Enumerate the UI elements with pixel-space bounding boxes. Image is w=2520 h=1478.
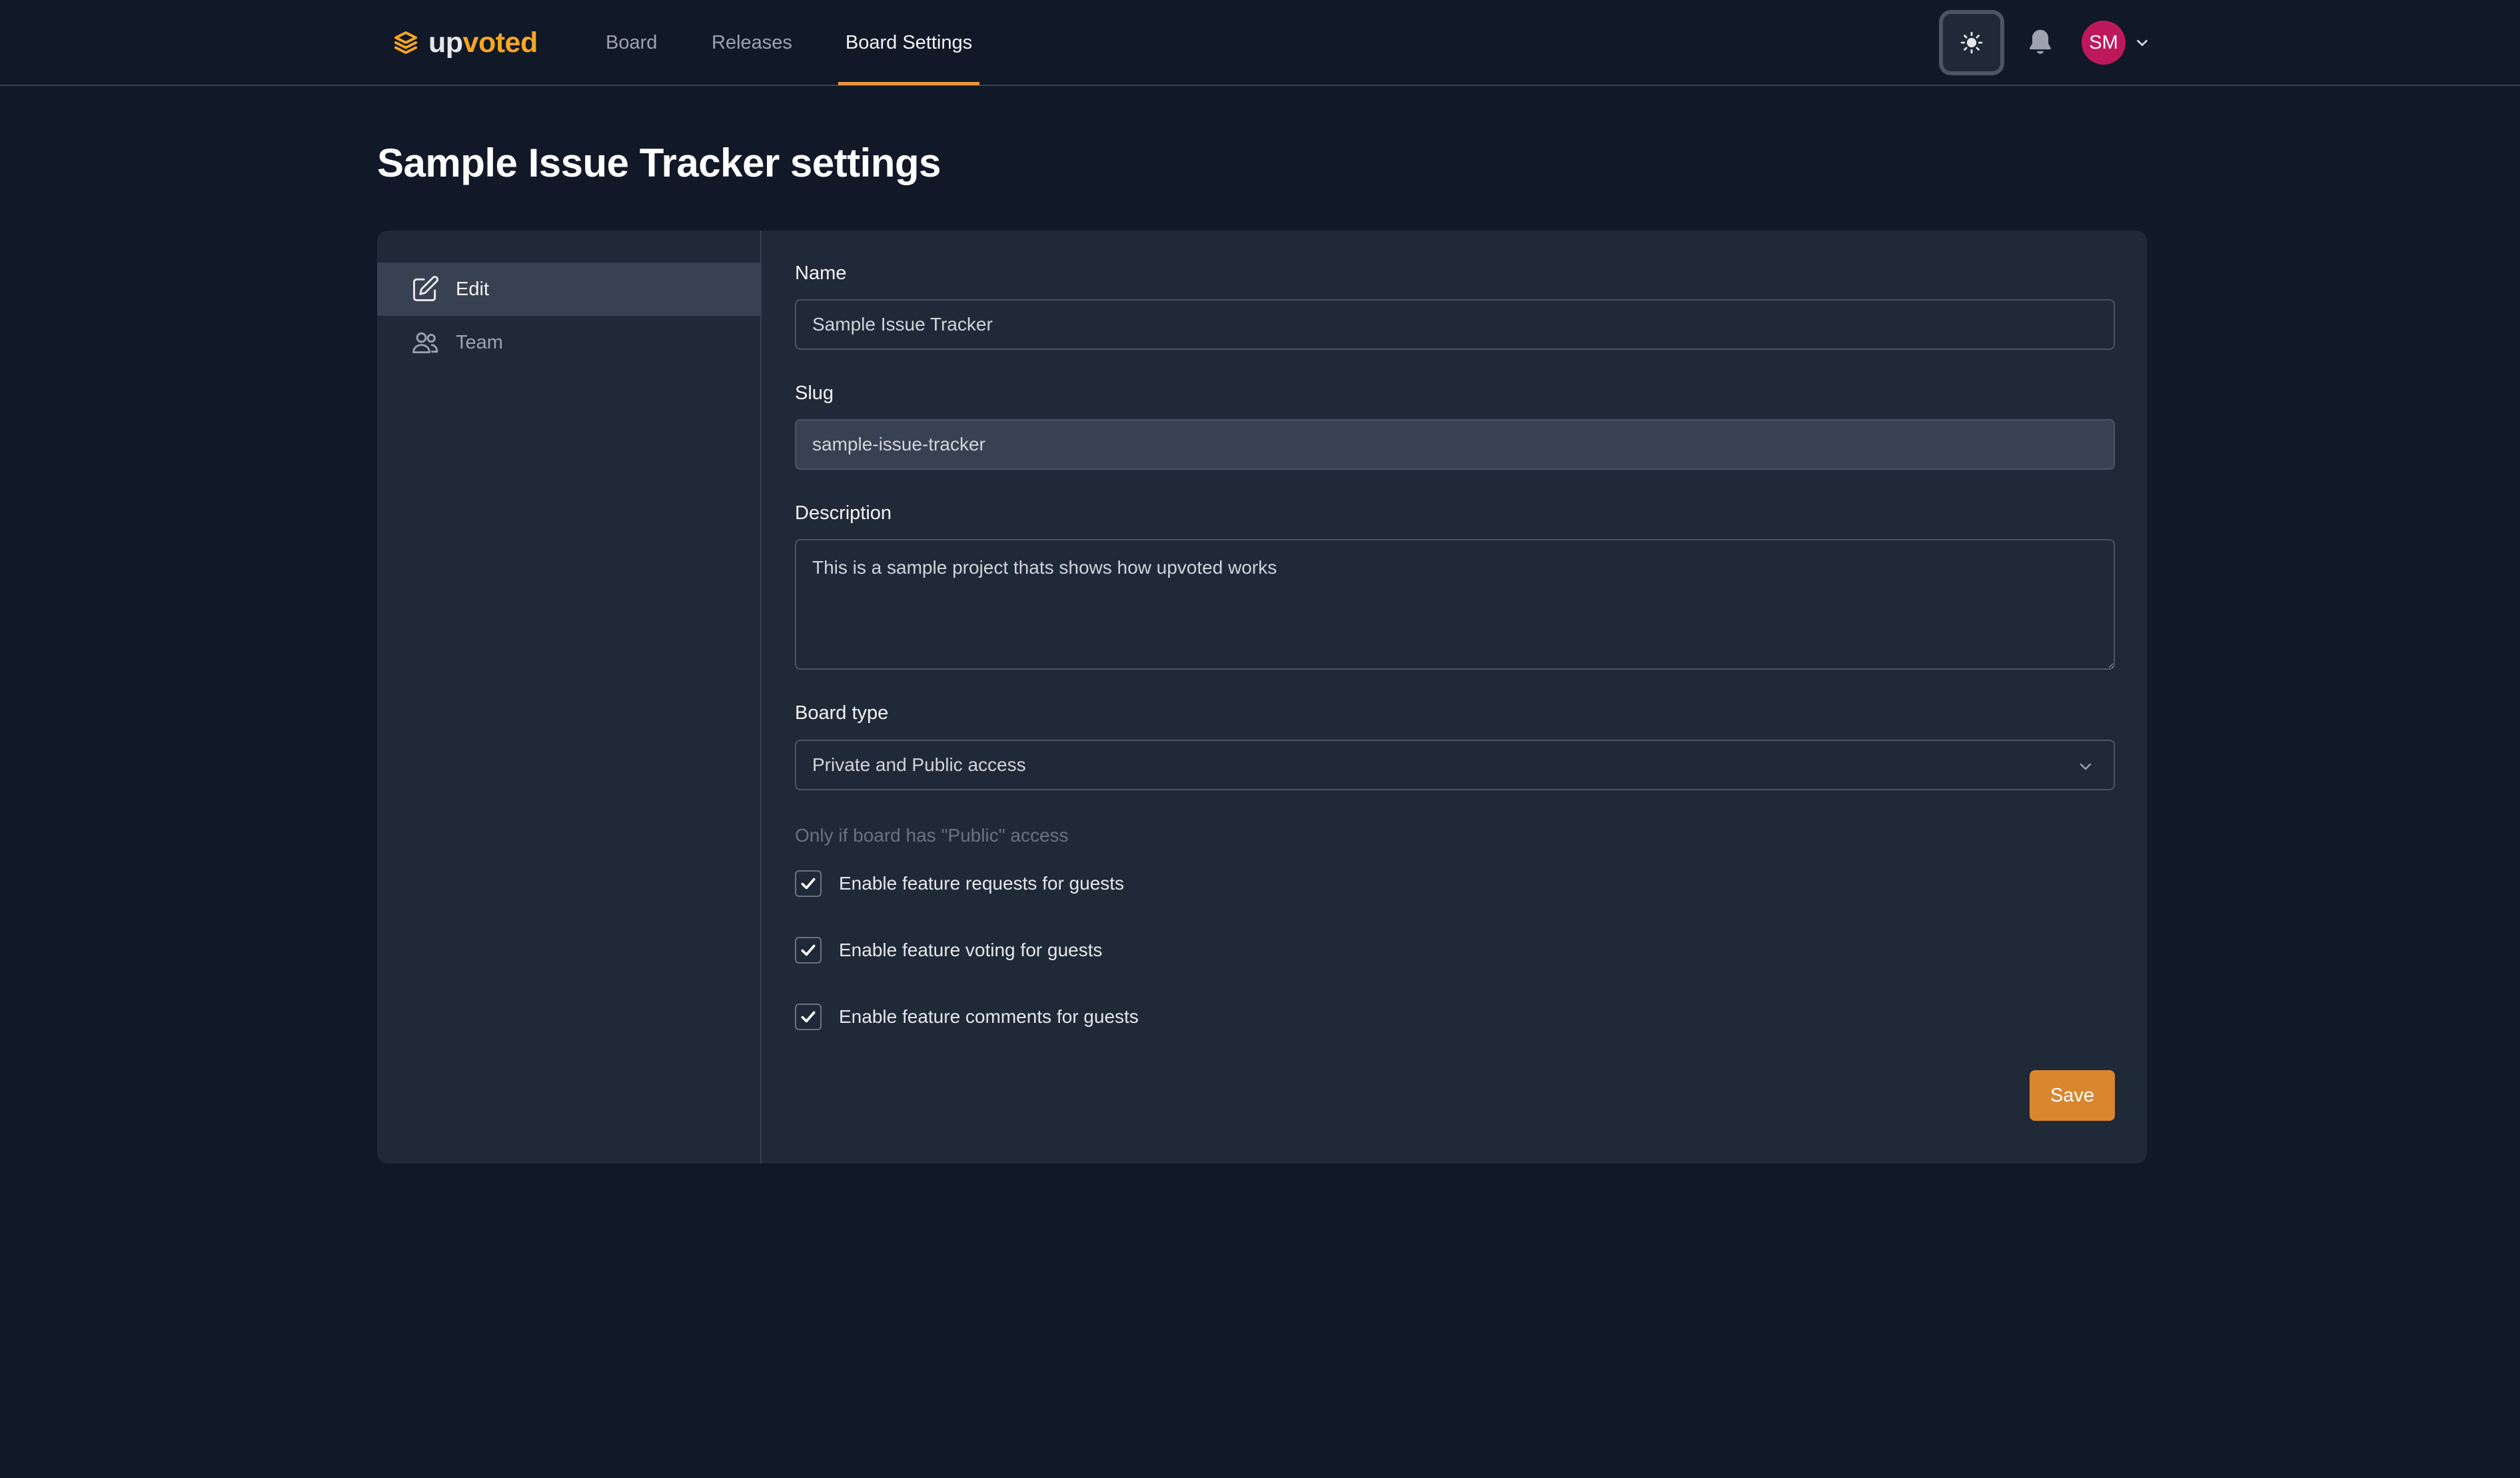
stack-icon (394, 31, 417, 54)
check-icon (801, 1011, 816, 1023)
nav-releases[interactable]: Releases (712, 0, 792, 86)
check-icon (801, 878, 816, 890)
pencil-square-icon (413, 276, 438, 301)
name-label: Name (795, 263, 847, 284)
settings-card: Edit Team Name Slug Description This is … (377, 231, 2147, 1163)
avatar[interactable]: SM (2082, 21, 2126, 65)
feature-voting-checkbox[interactable] (795, 937, 822, 964)
logo[interactable]: upvoted (392, 24, 538, 61)
option-label: Enable feature comments for guests (839, 1006, 1139, 1027)
option-feature-comments[interactable]: Enable feature comments for guests (795, 1004, 1139, 1030)
user-menu[interactable]: SM (2082, 21, 2150, 65)
sun-icon (1960, 31, 1983, 54)
chevron-down-icon (2137, 39, 2148, 47)
nav-board[interactable]: Board (606, 0, 657, 86)
logo-text: upvoted (428, 27, 538, 59)
users-icon (412, 332, 438, 354)
sidebar-item-label: Edit (456, 278, 489, 300)
sidebar-item-label: Team (456, 331, 503, 353)
page-title: Sample Issue Tracker settings (377, 141, 941, 185)
description-textarea[interactable]: This is a sample project thats shows how… (795, 539, 2115, 670)
settings-sidebar: Edit Team (377, 231, 762, 1163)
logo-text-up: up (428, 26, 463, 59)
feature-requests-checkbox[interactable] (795, 870, 822, 897)
option-feature-voting[interactable]: Enable feature voting for guests (795, 937, 1102, 964)
theme-toggle-button[interactable] (1939, 10, 2004, 75)
slug-input[interactable] (795, 419, 2115, 470)
name-input[interactable] (795, 299, 2115, 350)
board-type-select[interactable]: Private and Public access (795, 740, 2115, 790)
public-access-hint: Only if board has "Public" access (795, 825, 1069, 846)
nav-board-settings[interactable]: Board Settings (838, 0, 979, 85)
option-label: Enable feature requests for guests (839, 873, 1125, 894)
option-label: Enable feature voting for guests (839, 940, 1103, 960)
check-icon (801, 944, 816, 956)
option-feature-requests[interactable]: Enable feature requests for guests (795, 870, 1124, 897)
top-navigation: upvoted Board Releases Board Settings SM (0, 0, 2520, 86)
board-type-label: Board type (795, 702, 889, 724)
slug-label: Slug (795, 382, 834, 404)
board-type-selected-value: Private and Public access (812, 754, 1026, 775)
chevron-down-icon (2080, 763, 2092, 770)
logo-text-voted: voted (462, 26, 538, 59)
sidebar-item-edit[interactable]: Edit (377, 263, 760, 316)
description-label: Description (795, 502, 892, 524)
feature-comments-checkbox[interactable] (795, 1004, 822, 1030)
bell-icon[interactable] (2025, 27, 2056, 57)
save-button[interactable]: Save (2030, 1070, 2115, 1121)
sidebar-item-team[interactable]: Team (377, 316, 760, 369)
